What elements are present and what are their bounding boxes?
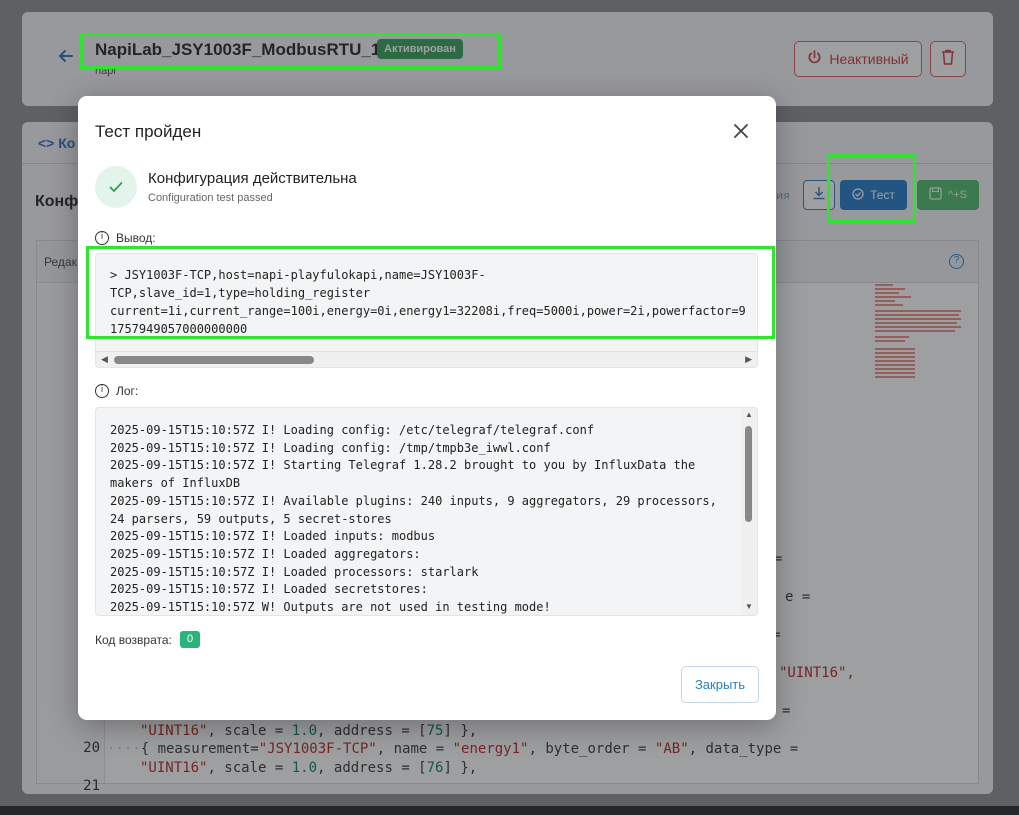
log-line: 2025-09-15T15:10:57Z I! Starting Telegra…	[110, 458, 703, 491]
log-box[interactable]: 2025-09-15T15:10:57Z I! Loading config: …	[95, 407, 758, 616]
log-line: 2025-09-15T15:10:57Z I! Loaded processor…	[110, 564, 479, 579]
scroll-left-icon[interactable]: ◀	[101, 354, 108, 365]
success-check-icon	[95, 166, 137, 208]
log-label: Лог:	[116, 384, 139, 398]
log-line: 2025-09-15T15:10:57Z W! Outputs are not …	[110, 600, 551, 615]
log-line: 2025-09-15T15:10:57Z I! Loaded inputs: m…	[110, 529, 436, 544]
success-subtitle: Configuration test passed	[148, 192, 273, 204]
output-box[interactable]: > JSY1003F-TCP,host=napi-playfulokapi,na…	[95, 253, 758, 368]
return-code-label: Код возврата:	[95, 633, 172, 647]
close-icon[interactable]	[732, 122, 750, 140]
scroll-up-icon[interactable]: ▲	[745, 410, 753, 419]
log-line: 2025-09-15T15:10:57Z I! Loading config: …	[110, 440, 551, 455]
close-button[interactable]: Закрыть	[681, 666, 759, 703]
log-line: 2025-09-15T15:10:57Z I! Available plugin…	[110, 493, 725, 526]
log-info-icon: i	[95, 384, 109, 398]
log-scroll-thumb[interactable]	[745, 426, 752, 522]
log-line: 2025-09-15T15:10:57Z I! Loaded secretsto…	[110, 582, 428, 597]
success-title: Конфигурация действительна	[148, 170, 357, 187]
output-scroll-thumb[interactable]	[114, 356, 314, 364]
scroll-right-icon[interactable]: ▶	[745, 354, 752, 365]
return-code-badge: 0	[180, 631, 200, 648]
scroll-down-icon[interactable]: ▼	[745, 602, 753, 611]
log-line: 2025-09-15T15:10:57Z I! Loading config: …	[110, 423, 595, 437]
log-vertical-scrollbar[interactable]: ▲ ▼	[741, 408, 757, 615]
output-label: Вывод:	[116, 231, 156, 245]
output-horizontal-scrollbar[interactable]: ◀ ▶	[96, 351, 757, 367]
dialog-title: Тест пройден	[95, 122, 202, 141]
test-result-dialog: Тест пройден Конфигурация действительна …	[78, 96, 776, 720]
output-info-icon: i	[95, 231, 109, 245]
log-line: 2025-09-15T15:10:57Z I! Loaded aggregato…	[110, 546, 421, 561]
log-text: 2025-09-15T15:10:57Z I! Loading config: …	[110, 422, 736, 615]
output-text: > JSY1003F-TCP,host=napi-playfulokapi,na…	[110, 268, 746, 336]
